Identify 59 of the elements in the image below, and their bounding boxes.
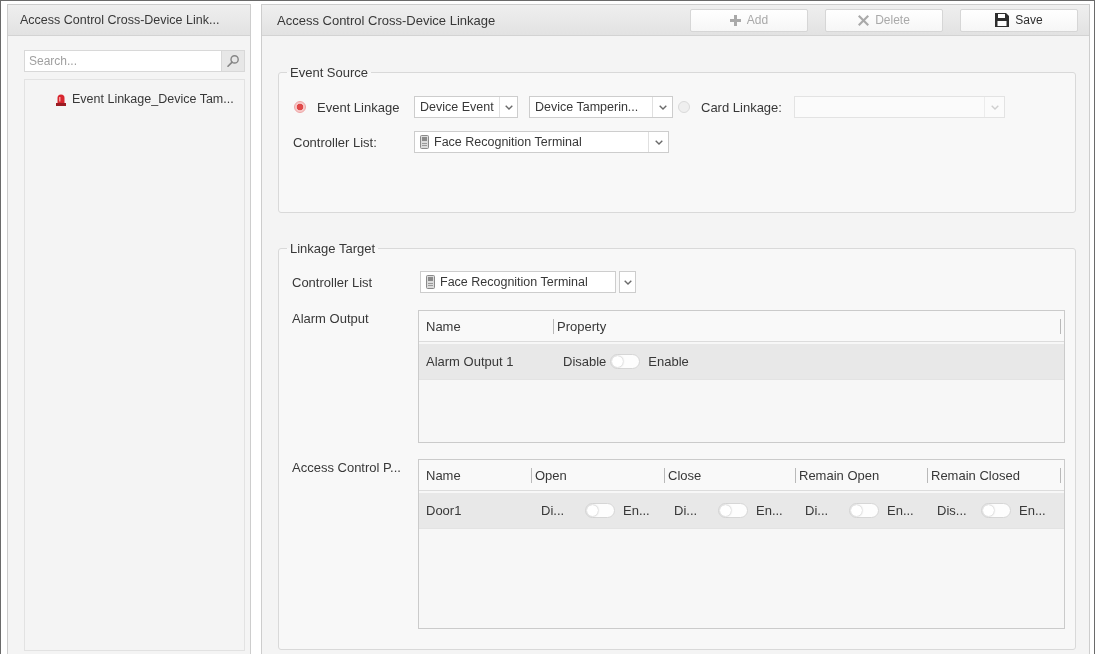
switch-label: Dis... <box>937 503 968 518</box>
column-header: Remain Closed <box>927 467 1061 483</box>
save-button[interactable]: Save <box>960 8 1078 32</box>
search-button[interactable] <box>221 50 245 72</box>
table-row[interactable]: Alarm Output 1 Disable Enable <box>419 344 1064 380</box>
section-title: Linkage Target <box>289 241 377 256</box>
alarm-light-icon <box>56 92 66 106</box>
caret-icon <box>623 279 632 285</box>
plus-icon <box>729 14 741 26</box>
search-icon <box>227 55 239 67</box>
switch-label: Di... <box>541 503 566 518</box>
field-label: Controller List: <box>293 134 378 150</box>
toggle-switch[interactable] <box>981 503 1011 518</box>
option-label: Event Linkage <box>317 99 401 115</box>
column-header: Open <box>531 467 664 483</box>
caret-icon <box>505 104 514 110</box>
toggle-switch[interactable] <box>585 503 615 518</box>
column-header: Close <box>664 467 795 483</box>
field-label: Alarm Output <box>292 311 370 326</box>
toggle-switch[interactable] <box>718 503 748 518</box>
radio-button[interactable] <box>678 101 690 113</box>
radio-button[interactable] <box>294 101 306 113</box>
switch-label: En... <box>887 503 914 518</box>
switch-label: Di... <box>805 503 830 518</box>
dropdown[interactable]: Face Recognition Terminal <box>420 271 616 293</box>
terminal-icon <box>420 135 429 149</box>
column-header: Property <box>553 318 1061 334</box>
switch-label: En... <box>1019 503 1046 518</box>
section-title: Event Source <box>289 65 370 80</box>
field-label: Controller List <box>292 274 374 290</box>
caret-icon <box>654 139 663 145</box>
column-header: Name <box>425 467 462 483</box>
dropdown[interactable]: Device Tamperin... <box>529 96 673 118</box>
terminal-icon <box>426 275 435 289</box>
table-row[interactable]: Door1 Di... En... Di... En... Di... En... Dis... En... <box>419 493 1064 529</box>
option-label: Card Linkage: <box>701 99 783 115</box>
caret-icon <box>990 104 999 110</box>
dropdown[interactable]: Face Recognition Terminal <box>414 131 669 153</box>
switch-label: Disable <box>563 354 607 369</box>
panel-title: Access Control Cross-Device Linkage <box>277 12 497 28</box>
tree-item[interactable]: Event Linkage_Device Tam... <box>25 89 244 109</box>
dropdown[interactable]: Device Event <box>414 96 518 118</box>
switch-label: En... <box>623 503 650 518</box>
toggle-switch[interactable] <box>849 503 879 518</box>
save-icon <box>995 13 1010 27</box>
switch-label: Di... <box>674 503 699 518</box>
search-field[interactable]: Search... <box>24 50 221 72</box>
column-header: Remain Open <box>795 467 927 483</box>
field-label: Access Control P... <box>292 460 402 475</box>
dropdown-button[interactable] <box>619 271 636 293</box>
table-cell-text: Alarm Output 1 <box>425 354 515 369</box>
switch-label: Enable <box>648 354 689 369</box>
column-header: Name <box>425 318 462 334</box>
cross-icon <box>858 14 870 26</box>
panel-title: Access Control Cross-Device Link... <box>20 13 220 27</box>
caret-icon <box>658 104 667 110</box>
toggle-switch[interactable] <box>610 354 641 369</box>
table-cell-text: Door1 <box>425 503 463 518</box>
switch-label: En... <box>756 503 783 518</box>
